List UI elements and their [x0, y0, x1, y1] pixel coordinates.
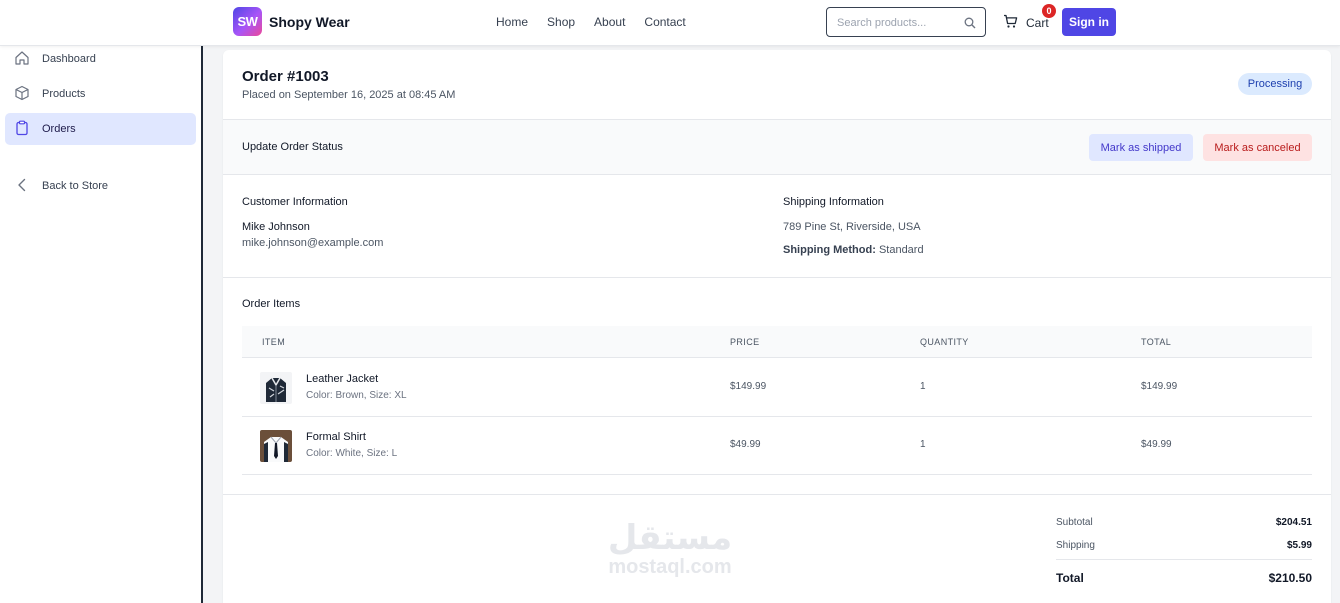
brand-name: Shopy Wear: [269, 13, 350, 30]
item-quantity: 1: [920, 439, 926, 450]
product-variant: Color: White, Size: L: [306, 448, 398, 459]
leather-jacket-thumbnail: [260, 372, 292, 404]
watermark: مستقل mostaql.com: [590, 518, 750, 579]
cart-label: Cart: [1026, 16, 1049, 30]
items-table-header: ITEM PRICE QUANTITY TOTAL: [242, 326, 1312, 358]
cart-icon: [1003, 14, 1018, 32]
summary-subtotal: Subtotal $204.51: [1056, 517, 1312, 528]
order-items-heading: Order Items: [242, 298, 301, 310]
order-detail-card: Order #1003 Placed on September 16, 2025…: [223, 50, 1331, 603]
search-box: [826, 7, 986, 37]
sidebar-item-products[interactable]: Products: [5, 78, 196, 110]
summary-shipping: Shipping $5.99: [1056, 540, 1312, 551]
column-header-total: TOTAL: [1141, 337, 1172, 347]
nav-contact-link[interactable]: Contact: [644, 15, 685, 29]
formal-shirt-thumbnail: [260, 430, 292, 462]
home-icon: [14, 50, 30, 69]
mark-canceled-button[interactable]: Mark as canceled: [1203, 134, 1312, 161]
total-label: Total: [1056, 571, 1084, 585]
shipping-cost-label: Shipping: [1056, 540, 1095, 551]
status-badge: Processing: [1238, 73, 1312, 95]
admin-sidebar: Dashboard Products Orders Back to Store: [0, 46, 203, 603]
update-status-label: Update Order Status: [242, 141, 343, 153]
top-navbar: SW Shopy Wear Home Shop About Contact Ca…: [0, 0, 1340, 46]
clipboard-icon: [14, 120, 30, 139]
total-value: $210.50: [1268, 571, 1312, 585]
sidebar-item-label: Dashboard: [42, 53, 96, 65]
section-divider: [223, 277, 1331, 278]
cart-count-badge: 0: [1042, 4, 1056, 18]
nav-shop-link[interactable]: Shop: [547, 15, 575, 29]
column-header-price: PRICE: [730, 337, 760, 347]
subtotal-value: $204.51: [1275, 517, 1312, 528]
search-input[interactable]: [837, 14, 959, 31]
summary-divider: [1056, 559, 1312, 560]
nav-about-link[interactable]: About: [594, 15, 625, 29]
section-divider: [223, 494, 1331, 495]
item-total: $49.99: [1141, 439, 1172, 450]
column-header-quantity: QUANTITY: [920, 337, 969, 347]
column-header-item: ITEM: [262, 337, 286, 347]
customer-info-heading: Customer Information: [242, 196, 348, 208]
shipping-info-heading: Shipping Information: [783, 196, 884, 208]
product-variant: Color: Brown, Size: XL: [306, 390, 407, 401]
sidebar-item-label: Back to Store: [42, 180, 109, 192]
shipping-cost-value: $5.99: [1286, 540, 1312, 551]
shipping-method-value: Standard: [878, 244, 924, 256]
update-status-bar: Update Order Status Mark as shipped Mark…: [223, 119, 1331, 175]
sign-in-button[interactable]: Sign in: [1062, 8, 1116, 36]
watermark-arabic: مستقل: [607, 518, 733, 558]
sidebar-item-dashboard[interactable]: Dashboard: [5, 43, 196, 75]
sidebar-item-label: Orders: [42, 123, 76, 135]
item-price: $49.99: [730, 439, 761, 450]
item-price: $149.99: [730, 381, 767, 392]
cube-icon: [14, 85, 30, 104]
summary-total: Total $210.50: [1056, 571, 1312, 585]
chevron-left-icon: [14, 177, 30, 196]
nav-home-link[interactable]: Home: [496, 15, 528, 29]
customer-name: Mike Johnson: [242, 221, 310, 233]
shipping-method-label: Shipping Method:: [783, 244, 876, 256]
customer-email: mike.johnson@example.com: [242, 237, 384, 249]
brand-logo[interactable]: SW Shopy Wear: [233, 7, 350, 36]
mark-shipped-button[interactable]: Mark as shipped: [1089, 134, 1193, 161]
shipping-method: Shipping Method: Standard: [783, 244, 924, 256]
product-name: Leather Jacket: [306, 373, 379, 385]
main-nav: Home Shop About Contact: [496, 15, 686, 29]
sidebar-item-orders[interactable]: Orders: [5, 113, 196, 145]
watermark-latin: mostaql.com: [608, 556, 732, 578]
order-placed-date: Placed on September 16, 2025 at 08:45 AM: [242, 89, 456, 101]
logo-mark: SW: [233, 7, 262, 36]
search-icon[interactable]: [964, 16, 976, 34]
cart-button[interactable]: Cart: [1003, 14, 1049, 32]
product-name: Formal Shirt: [306, 431, 366, 443]
item-total: $149.99: [1141, 381, 1178, 392]
sidebar-item-back-to-store[interactable]: Back to Store: [5, 170, 196, 202]
sidebar-item-label: Products: [42, 88, 86, 100]
order-title: Order #1003: [242, 68, 329, 85]
table-row: Leather Jacket Color: Brown, Size: XL $1…: [242, 359, 1312, 417]
item-quantity: 1: [920, 381, 926, 392]
subtotal-label: Subtotal: [1056, 517, 1093, 528]
table-row: Formal Shirt Color: White, Size: L $49.9…: [242, 417, 1312, 475]
shipping-address: 789 Pine St, Riverside, USA: [783, 221, 921, 233]
